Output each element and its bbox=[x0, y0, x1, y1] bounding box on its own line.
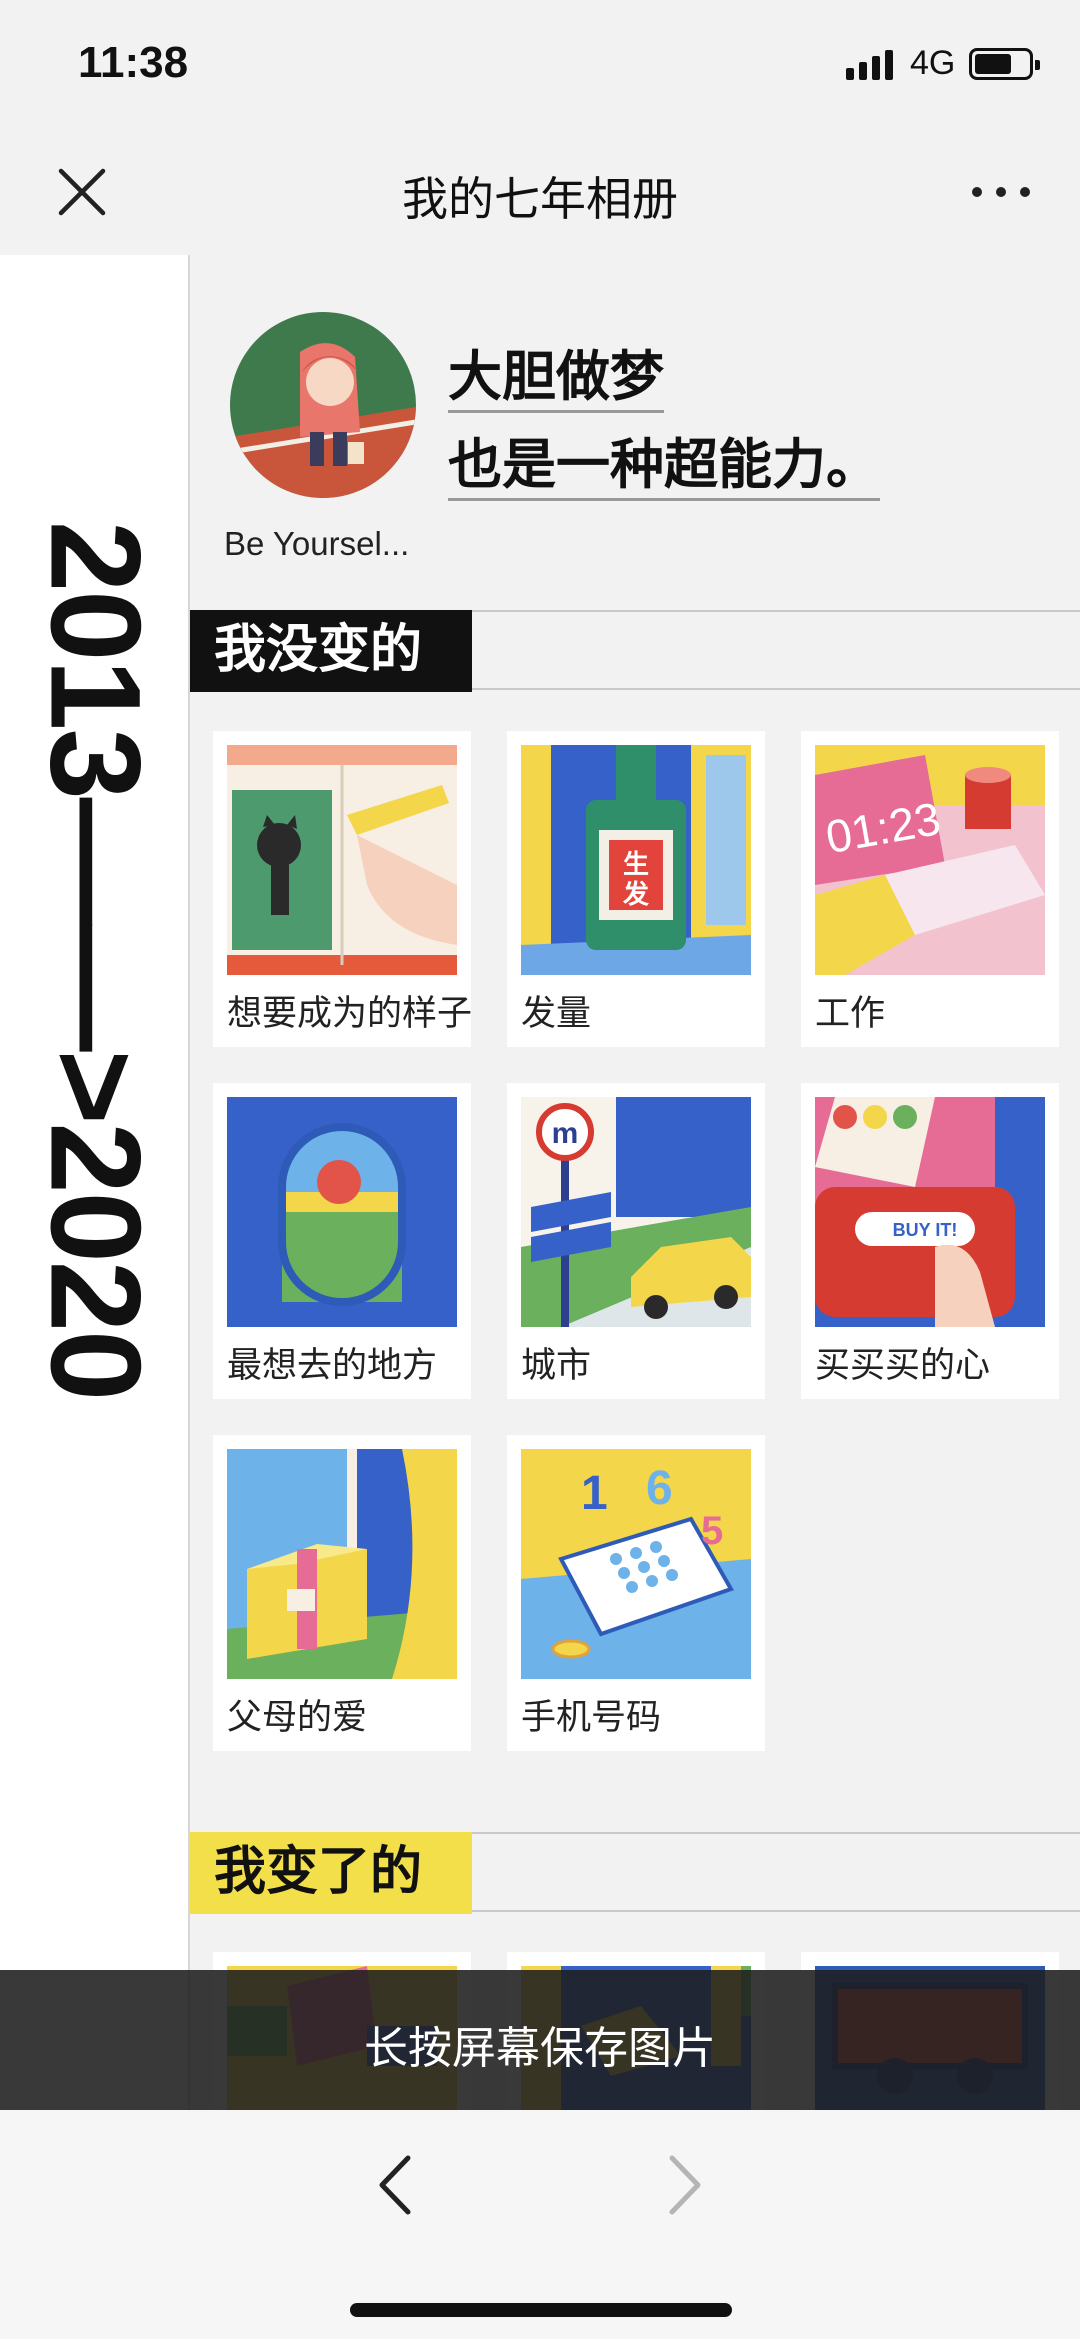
laptop-clock-icon: 01:23 bbox=[815, 745, 1045, 975]
signal-icon bbox=[846, 50, 893, 80]
photo-card[interactable]: 01:23 工作 bbox=[801, 731, 1059, 1047]
phone-keypad-icon: 1 6 5 bbox=[521, 1449, 751, 1679]
photo-card[interactable]: 想要成为的样子 bbox=[213, 731, 473, 1047]
card-label: 想要成为的样子 bbox=[227, 994, 473, 1034]
section-title: 我变了的 bbox=[190, 1832, 472, 1914]
motto-line-2: 也是一种超能力。 bbox=[448, 432, 880, 501]
airplane-window-icon bbox=[227, 1097, 457, 1327]
more-options-icon[interactable] bbox=[972, 187, 1030, 197]
section-header-unchanged: 我没变的 bbox=[190, 610, 1080, 692]
card-label: 最想去的地方 bbox=[227, 1346, 438, 1386]
photo-card[interactable]: 父母的爱 bbox=[213, 1435, 471, 1751]
save-hint-toast: 长按屏幕保存图片 bbox=[0, 1970, 1080, 2110]
motto-line-1: 大胆做梦 bbox=[448, 344, 664, 413]
svg-text:发: 发 bbox=[622, 879, 649, 910]
photo-card[interactable]: BUY IT! 买买买的心 bbox=[801, 1083, 1059, 1399]
bottom-toolbar bbox=[0, 2110, 1080, 2339]
shopping-buy-it-icon: BUY IT! bbox=[815, 1097, 1045, 1327]
year-range: 2013——>2020 bbox=[23, 520, 167, 1400]
profile-name: Be Yoursel... bbox=[224, 525, 410, 562]
nav-bar: 我的七年相册 bbox=[0, 135, 1080, 255]
hair-tonic-bottle-icon: 生 发 bbox=[521, 745, 751, 975]
section-title: 我没变的 bbox=[190, 610, 472, 692]
sketchbook-batman-icon bbox=[227, 745, 457, 975]
year-sidebar: 2013——>2020 bbox=[0, 255, 190, 2110]
battery-icon bbox=[969, 48, 1040, 80]
album-content[interactable]: 2013——>2020 大胆做梦 也是一种超能力。 Be Yoursel... … bbox=[0, 255, 1080, 2110]
photo-card[interactable]: m 城市 bbox=[507, 1083, 765, 1399]
toast-text: 长按屏幕保存图片 bbox=[364, 2023, 716, 2074]
svg-text:BUY IT!: BUY IT! bbox=[893, 1220, 958, 1240]
status-time: 11:38 bbox=[78, 38, 189, 87]
svg-text:m: m bbox=[552, 1117, 579, 1150]
card-label: 父母的爱 bbox=[227, 1698, 368, 1738]
back-arrow-icon[interactable] bbox=[370, 2150, 420, 2220]
avatar[interactable] bbox=[230, 312, 416, 498]
metro-street-taxi-icon: m bbox=[521, 1097, 751, 1327]
status-bar: 11:38 4G bbox=[0, 0, 1080, 135]
section-header-changed: 我变了的 bbox=[190, 1832, 1080, 1914]
photo-card[interactable]: 1 6 5 手机号码 bbox=[507, 1435, 765, 1751]
gift-package-icon bbox=[227, 1449, 457, 1679]
card-label: 工作 bbox=[815, 994, 886, 1034]
card-label: 买买买的心 bbox=[815, 1346, 991, 1386]
svg-text:1: 1 bbox=[581, 1467, 608, 1520]
card-label: 手机号码 bbox=[521, 1698, 662, 1738]
card-label: 城市 bbox=[521, 1346, 592, 1386]
forward-arrow-icon[interactable] bbox=[660, 2150, 710, 2220]
network-type: 4G bbox=[910, 44, 956, 82]
home-indicator[interactable] bbox=[350, 2303, 732, 2317]
photo-card[interactable]: 生 发 发量 bbox=[507, 731, 765, 1047]
svg-text:生: 生 bbox=[623, 850, 649, 880]
page-title: 我的七年相册 bbox=[402, 172, 678, 226]
card-label: 发量 bbox=[521, 994, 592, 1034]
photo-card[interactable]: 最想去的地方 bbox=[213, 1083, 471, 1399]
svg-text:5: 5 bbox=[701, 1509, 723, 1553]
svg-text:6: 6 bbox=[646, 1462, 673, 1515]
profile-motto: 大胆做梦 也是一种超能力。 bbox=[448, 337, 880, 513]
